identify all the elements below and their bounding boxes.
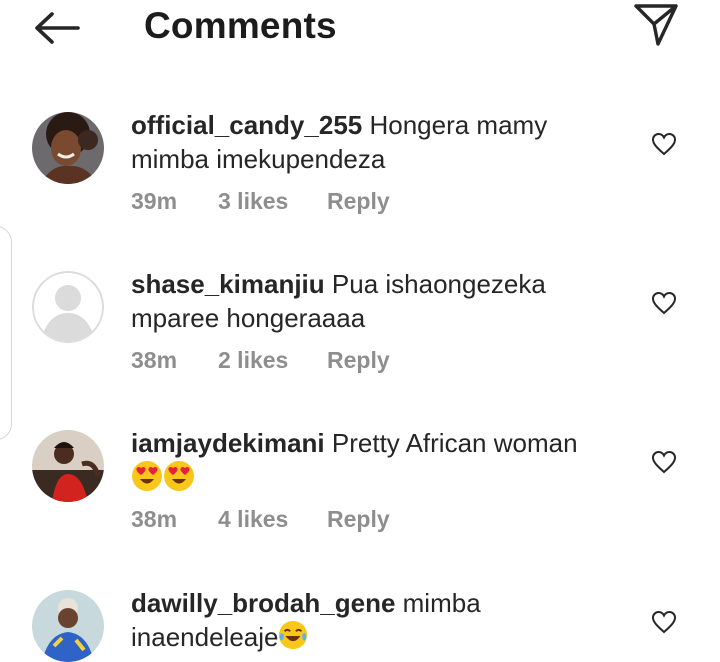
page-title: Comments <box>144 5 337 46</box>
avatar[interactable] <box>32 271 104 343</box>
user-photo <box>32 430 104 502</box>
comment-username[interactable]: iamjaydekimani <box>131 428 325 458</box>
comments-header: Comments <box>0 0 720 56</box>
comment-time: 39m <box>131 188 178 214</box>
avatar[interactable] <box>32 112 104 184</box>
comment-item: dawilly_brodah_gene mimba inaendeleaje <box>0 588 720 662</box>
comment-text: dawilly_brodah_gene mimba inaendeleaje <box>131 586 601 658</box>
comment-meta: 39m 3 likes Reply <box>131 188 390 215</box>
user-photo <box>32 590 104 662</box>
reply-button[interactable]: Reply <box>327 347 390 374</box>
comment-likes[interactable]: 3 likes <box>218 188 327 215</box>
comment-time: 38m <box>131 347 178 373</box>
comment-item: iamjaydekimani Pretty African woman 38m 4… <box>0 428 720 580</box>
comment-likes[interactable]: 2 likes <box>218 347 327 374</box>
heart-icon[interactable] <box>651 610 677 634</box>
comment-username[interactable]: official_candy_255 <box>131 110 362 140</box>
arrow-left-icon <box>35 12 80 44</box>
paper-plane-icon <box>634 4 678 46</box>
comment-likes[interactable]: 4 likes <box>218 506 327 533</box>
heart-eyes-emoji <box>163 460 195 500</box>
heart-eyes-emoji <box>131 460 163 500</box>
reply-button[interactable]: Reply <box>327 188 390 215</box>
comment-meta: 38m 4 likes Reply <box>131 506 390 533</box>
avatar[interactable] <box>32 590 104 662</box>
heart-icon[interactable] <box>651 450 677 474</box>
comment-item: shase_kimanjiu Pua ishaongezeka mparee h… <box>0 269 720 421</box>
tears-of-joy-emoji <box>278 620 308 658</box>
comment-body: Pretty African woman <box>331 428 578 458</box>
comment-time: 38m <box>131 506 178 532</box>
back-button[interactable] <box>32 6 82 50</box>
heart-icon[interactable] <box>651 291 677 315</box>
comment-meta: 38m 2 likes Reply <box>131 347 390 374</box>
comment-text: shase_kimanjiu Pua ishaongezeka mparee h… <box>131 267 601 335</box>
user-photo <box>32 112 104 184</box>
default-avatar-icon <box>32 271 104 343</box>
comment-username[interactable]: shase_kimanjiu <box>131 269 325 299</box>
share-button[interactable] <box>632 2 680 48</box>
comment-text: iamjaydekimani Pretty African woman <box>131 426 601 500</box>
comment-item: official_candy_255 Hongera mamy mimba im… <box>0 110 720 262</box>
avatar[interactable] <box>32 430 104 502</box>
reply-button[interactable]: Reply <box>327 506 390 533</box>
heart-icon[interactable] <box>651 132 677 156</box>
comment-username[interactable]: dawilly_brodah_gene <box>131 588 395 618</box>
comment-text: official_candy_255 Hongera mamy mimba im… <box>131 108 601 176</box>
